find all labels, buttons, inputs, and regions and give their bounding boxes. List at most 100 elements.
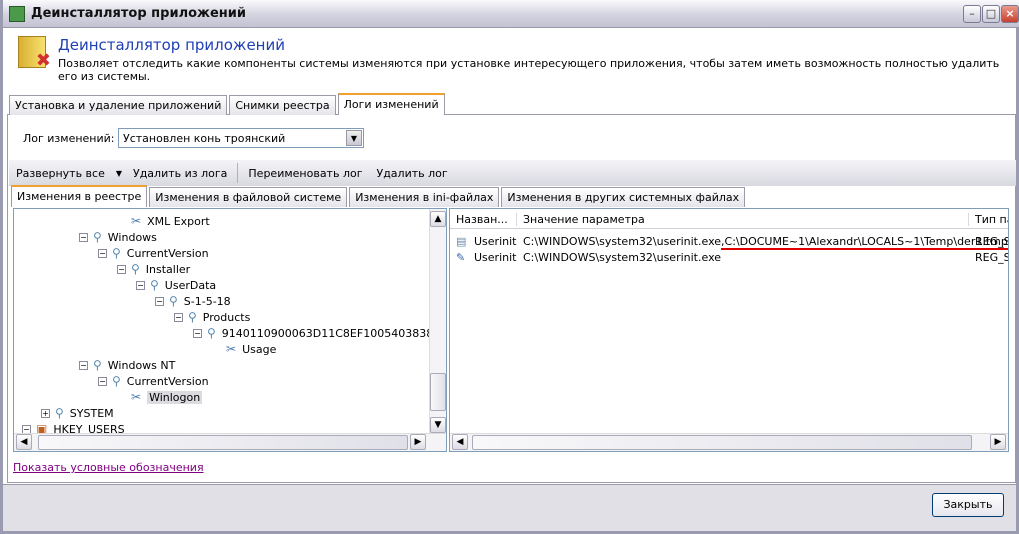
row-type: REG_SZ: [975, 251, 1008, 264]
tab-change-logs[interactable]: Логи изменений: [337, 93, 445, 115]
toolbar: Развернуть все ▼ Удалить из лога Переиме…: [9, 160, 1016, 186]
scroll-left-icon[interactable]: ◀: [452, 434, 468, 450]
title-bar: Деинсталлятор приложений – □ ×: [3, 0, 1019, 28]
expand-icon[interactable]: +: [41, 408, 50, 418]
registry-tree[interactable]: ✂ XML Export − ⚲ Windows − ⚲ CurrentVersion − ⚲ In…: [14, 209, 446, 436]
log-select[interactable]: Установлен конь троянский ▼: [118, 128, 364, 148]
tab-registry-snapshots[interactable]: Снимки реестра: [229, 95, 336, 115]
registry-key-icon: ⚲: [188, 310, 197, 324]
tree-node-label: XML Export: [147, 214, 210, 228]
row-value-prefix: C:\WINDOWS\system32\userinit.exe: [523, 235, 722, 248]
tree-node[interactable]: − ⚲ S-1-5-18: [155, 293, 231, 309]
app-icon: [9, 6, 25, 22]
highlighted-suspicious-path: ,C:\DOCUME~1\Alexandr\LOCALS~1\Temp\der1…: [721, 235, 1008, 250]
tree-node[interactable]: ✂ Usage: [212, 341, 276, 357]
tree-node-label: Usage: [242, 342, 277, 356]
registry-key-icon: ⚲: [93, 358, 102, 372]
scroll-thumb[interactable]: [430, 373, 446, 411]
values-list-pane: Назван... Значение параметра Тип па ▤ Us…: [449, 208, 1009, 452]
collapse-icon[interactable]: −: [174, 312, 183, 322]
minimize-button[interactable]: –: [963, 5, 981, 23]
row-name: Userinit: [474, 235, 517, 248]
registry-value-icon: ▤: [456, 235, 467, 248]
tab-filesystem-changes[interactable]: Изменения в файловой системе: [149, 187, 348, 207]
tree-node[interactable]: − ⚲ CurrentVersion: [98, 373, 209, 389]
registry-key-icon: ⚲: [93, 230, 102, 244]
collapse-icon[interactable]: −: [79, 232, 88, 242]
column-type[interactable]: Тип па: [968, 213, 1008, 226]
modified-value-icon: ✎: [456, 251, 466, 264]
log-label: Лог изменений:: [23, 132, 115, 145]
registry-tree-pane: ✂ XML Export − ⚲ Windows − ⚲ CurrentVersion − ⚲ In…: [13, 208, 447, 452]
tree-node[interactable]: ✂ Winlogon: [117, 389, 203, 405]
tree-node[interactable]: − ⚲ Windows: [79, 229, 157, 245]
remove-from-log-button[interactable]: Удалить из лога: [126, 167, 234, 180]
scroll-thumb[interactable]: [472, 435, 972, 450]
page-title: Деинсталлятор приложений: [58, 36, 285, 54]
expand-all-button[interactable]: Развернуть все: [9, 167, 112, 180]
tree-vertical-scrollbar[interactable]: ▲ ▼: [429, 209, 446, 435]
scroll-right-icon[interactable]: ▶: [410, 434, 426, 450]
close-window-button[interactable]: ×: [1001, 5, 1019, 23]
scroll-up-icon[interactable]: ▲: [430, 211, 446, 227]
tree-node[interactable]: − ⚲ 9140110900063D11C8EF10054038389C: [193, 325, 447, 341]
collapse-icon[interactable]: −: [193, 328, 202, 338]
column-name[interactable]: Назван...: [450, 213, 508, 226]
scroll-thumb[interactable]: [38, 435, 408, 450]
collapse-icon[interactable]: −: [155, 296, 164, 306]
footer: [3, 484, 1016, 531]
row-name: Userinit: [474, 251, 517, 264]
change-tabs: Изменения в реестре Изменения в файловой…: [11, 185, 747, 207]
show-legend-link[interactable]: Показать условные обозначения: [13, 461, 204, 474]
row-type: REG_SZ: [975, 235, 1008, 248]
tree-node[interactable]: − ⚲ Installer: [117, 261, 190, 277]
main-tabs: Установка и удаление приложений Снимки р…: [9, 93, 447, 115]
tree-node[interactable]: − ⚲ UserData: [136, 277, 216, 293]
tree-node-label: Winlogon: [147, 390, 203, 404]
toolbar-separator: [237, 163, 239, 183]
tree-node[interactable]: − ⚲ CurrentVersion: [98, 245, 209, 261]
tree-node-label: Windows NT: [107, 358, 176, 372]
registry-value-icon: ✂: [131, 390, 142, 404]
registry-key-icon: ⚲: [169, 294, 178, 308]
tree-horizontal-scrollbar[interactable]: ◀ ▶: [14, 433, 446, 451]
collapse-icon[interactable]: −: [98, 248, 107, 258]
tree-node-label: UserData: [164, 278, 217, 292]
dropdown-arrow-icon[interactable]: ▼: [112, 169, 126, 178]
maximize-button[interactable]: □: [982, 5, 1000, 23]
collapse-icon[interactable]: −: [117, 264, 126, 274]
tab-install-uninstall[interactable]: Установка и удаление приложений: [9, 95, 228, 115]
collapse-icon[interactable]: −: [98, 376, 107, 386]
scroll-left-icon[interactable]: ◀: [16, 434, 32, 450]
registry-key-icon: ⚲: [112, 374, 121, 388]
tree-node-label: Installer: [145, 262, 191, 276]
list-horizontal-scrollbar[interactable]: ◀ ▶: [450, 433, 1008, 451]
column-value[interactable]: Значение параметра: [516, 213, 645, 226]
page-description: Позволяет отследить какие компоненты сис…: [58, 57, 1000, 83]
tab-system-file-changes[interactable]: Изменения в других системных файлах: [501, 187, 746, 207]
list-header: Назван... Значение параметра Тип па: [450, 209, 1008, 229]
rename-log-button[interactable]: Переименовать лог: [241, 167, 369, 180]
tree-node[interactable]: − ⚲ Windows NT: [79, 357, 175, 373]
tree-node[interactable]: ✂ XML Export: [117, 213, 210, 229]
tree-node[interactable]: + ⚲ SYSTEM: [41, 405, 114, 421]
collapse-icon[interactable]: −: [136, 280, 145, 290]
tab-ini-changes[interactable]: Изменения в ini-файлах: [349, 187, 500, 207]
scroll-right-icon[interactable]: ▶: [990, 434, 1006, 450]
delete-log-button[interactable]: Удалить лог: [369, 167, 454, 180]
scroll-down-icon[interactable]: ▼: [430, 417, 446, 433]
tree-node-label: CurrentVersion: [126, 246, 209, 260]
registry-value-icon: ✂: [226, 342, 237, 356]
row-value: C:\WINDOWS\system32\userinit.exe,C:\DOCU…: [523, 235, 1008, 250]
tree-node-label: Products: [202, 310, 251, 324]
tree-node-label: 9140110900063D11C8EF10054038389C: [221, 326, 447, 340]
collapse-icon[interactable]: −: [79, 360, 88, 370]
tree-node-label: S-1-5-18: [183, 294, 231, 308]
window-title: Деинсталлятор приложений: [31, 6, 246, 21]
close-button[interactable]: Закрыть: [932, 493, 1004, 517]
chevron-down-icon[interactable]: ▼: [346, 130, 362, 146]
registry-key-icon: ⚲: [150, 278, 159, 292]
tree-node[interactable]: − ⚲ Products: [174, 309, 250, 325]
registry-key-icon: ⚲: [131, 262, 140, 276]
tab-registry-changes[interactable]: Изменения в реестре: [11, 185, 148, 207]
